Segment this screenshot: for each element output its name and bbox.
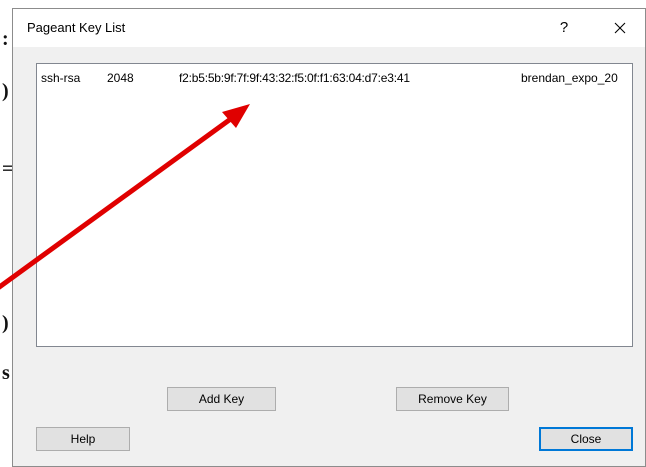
key-bits: 2048: [107, 71, 134, 85]
key-list-item[interactable]: ssh-rsa 2048 f2:b5:5b:9f:7f:9f:43:32:f5:…: [37, 68, 632, 86]
background-document-top: [14, 0, 134, 8]
close-icon[interactable]: [605, 15, 635, 41]
key-fingerprint: f2:b5:5b:9f:7f:9f:43:32:f5:0f:f1:63:04:d…: [179, 71, 410, 85]
remove-key-button[interactable]: Remove Key: [396, 387, 509, 411]
dialog-title: Pageant Key List: [27, 20, 126, 35]
key-type: ssh-rsa: [41, 71, 81, 85]
pageant-key-list-dialog: Pageant Key List ? ssh-rsa 2048 f2:b5:5b…: [12, 8, 646, 467]
help-button[interactable]: Help: [36, 427, 130, 451]
help-icon[interactable]: ?: [549, 15, 579, 41]
title-bar: Pageant Key List ?: [13, 9, 645, 47]
close-button[interactable]: Close: [539, 427, 633, 451]
add-key-button[interactable]: Add Key: [167, 387, 276, 411]
key-list-box[interactable]: ssh-rsa 2048 f2:b5:5b:9f:7f:9f:43:32:f5:…: [36, 63, 633, 347]
key-comment: brendan_expo_20: [521, 71, 618, 85]
screen: : ) = ) s Pageant Key List ? ssh-rsa 204…: [0, 0, 646, 467]
